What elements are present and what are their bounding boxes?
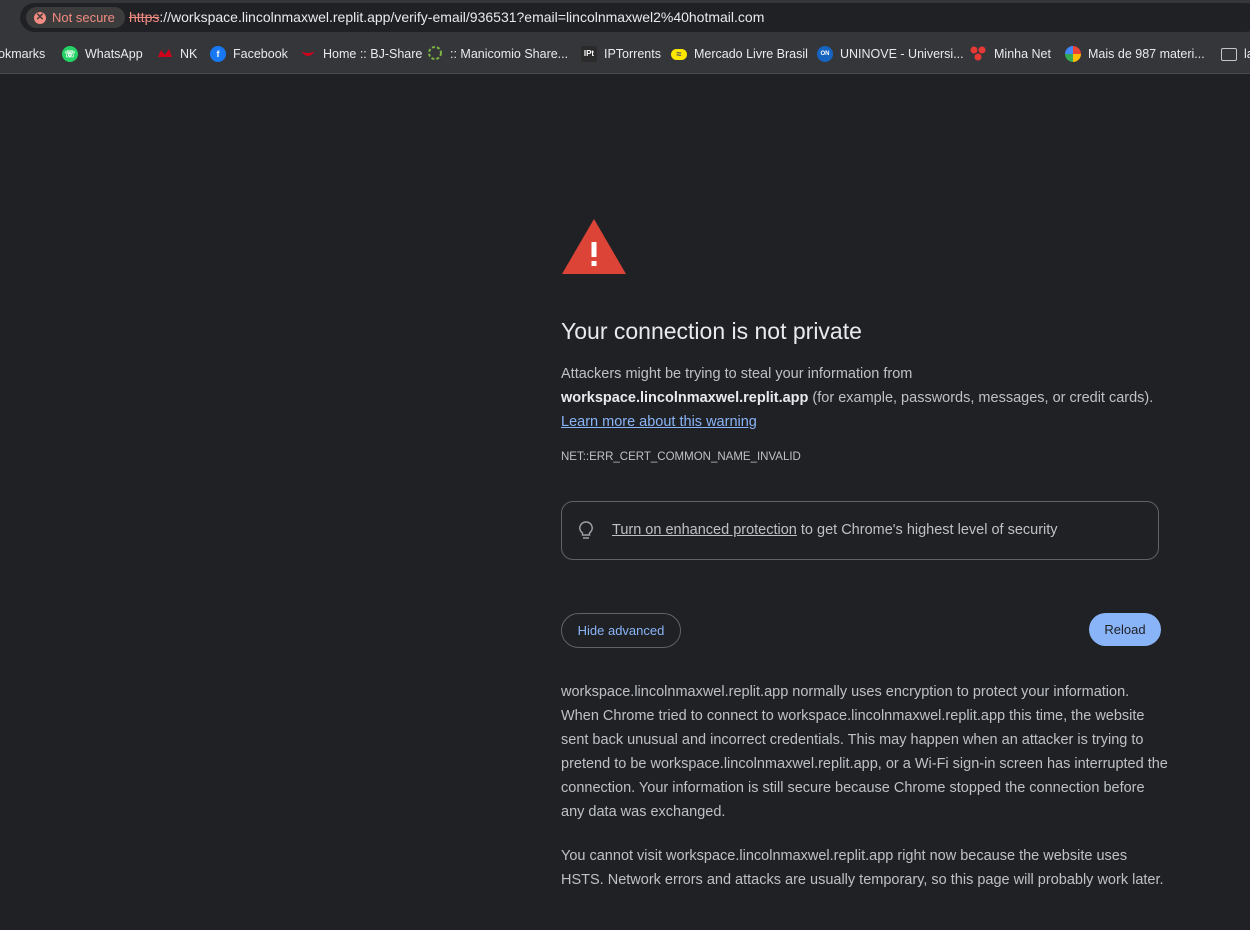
warning-triangle-icon xyxy=(561,217,627,280)
bookmark-label: Mercado Livre Brasil xyxy=(694,47,808,61)
bookmark-label: Mais de 987 materi... xyxy=(1088,47,1205,61)
bookmark-label: Home :: BJ-Share xyxy=(323,47,423,61)
hide-advanced-button[interactable]: Hide advanced xyxy=(561,613,681,648)
bookmark-minhanet[interactable]: Minha Net xyxy=(969,45,1051,63)
net-icon xyxy=(969,45,987,64)
bookmark-manicomio[interactable]: :: Manicomio Share... xyxy=(427,45,568,63)
whatsapp-icon: ☏ xyxy=(62,46,78,62)
bookmark-mercadolivre[interactable]: ≈ Mercado Livre Brasil xyxy=(671,45,808,63)
learn-more-link[interactable]: Learn more about this warning xyxy=(561,414,757,430)
mercadolivre-icon: ≈ xyxy=(671,48,687,60)
address-bar[interactable]: ✕ Not secure https://workspace.lincolnma… xyxy=(20,3,1250,32)
bookmark-label: NK xyxy=(180,47,198,61)
bookmark-label: Facebook xyxy=(233,47,288,61)
nk-icon xyxy=(157,47,173,62)
enhanced-protection-link[interactable]: Turn on enhanced protection xyxy=(612,522,797,538)
not-secure-icon: ✕ xyxy=(34,11,46,24)
enhanced-protection-box: Turn on enhanced protection to get Chrom… xyxy=(561,501,1159,560)
bookmark-label: WhatsApp xyxy=(85,47,143,61)
reload-button[interactable]: Reload xyxy=(1089,613,1161,646)
bookmark-label: Minha Net xyxy=(994,47,1051,61)
bookmark-label: okmarks xyxy=(0,47,46,61)
intro-text: Attackers might be trying to steal your … xyxy=(561,366,913,382)
url-text[interactable]: https://workspace.lincolnmaxwel.replit.a… xyxy=(129,9,764,25)
details-paragraph-1: workspace.lincolnmaxwel.replit.app norma… xyxy=(561,684,1168,820)
host-name: workspace.lincolnmaxwel.replit.app xyxy=(561,390,809,406)
url-scheme: https xyxy=(129,9,160,25)
advanced-details: workspace.lincolnmaxwel.replit.app norma… xyxy=(561,680,1171,912)
uninove-icon: ON xyxy=(817,46,833,62)
bookmark-nk[interactable]: NK xyxy=(157,45,197,63)
iptorrents-icon: IPt xyxy=(581,46,597,62)
bookmark-iptorrents[interactable]: IPt IPTorrents xyxy=(581,45,661,63)
facebook-icon: f xyxy=(210,46,226,62)
bjshare-icon xyxy=(300,47,316,62)
protection-message: Turn on enhanced protection to get Chrom… xyxy=(612,522,1058,538)
protection-suffix: to get Chrome's highest level of securit… xyxy=(796,522,1058,538)
lightbulb-icon xyxy=(579,521,593,546)
details-paragraph-2: You cannot visit workspace.lincolnmaxwel… xyxy=(561,848,1164,888)
bookmark-facebook[interactable]: f Facebook xyxy=(210,45,288,63)
bookmark-label: IPTorrents xyxy=(604,47,661,61)
bookmark-label: UNINOVE - Universi... xyxy=(840,47,964,61)
security-chip[interactable]: ✕ Not secure xyxy=(26,7,125,28)
error-code[interactable]: NET::ERR_CERT_COMMON_NAME_INVALID xyxy=(561,451,801,463)
security-chip-label: Not secure xyxy=(52,10,115,25)
bookmark-label: la xyxy=(1244,47,1250,61)
toolbar-edge xyxy=(0,8,2,22)
bookmarks-bar: okmarks ☏ WhatsApp NK f Facebook Home ::… xyxy=(0,35,1250,74)
bookmark-folder[interactable]: la xyxy=(1221,45,1250,63)
browser-toolbar: ✕ Not secure https://workspace.lincolnma… xyxy=(0,0,1250,35)
intro-suffix: (for example, passwords, messages, or cr… xyxy=(808,390,1154,406)
bookmark-label: :: Manicomio Share... xyxy=(450,47,569,61)
manicomio-icon xyxy=(427,45,443,64)
bookmark-uninove[interactable]: ON UNINOVE - Universi... xyxy=(817,45,964,63)
bookmark-all-bookmarks[interactable]: okmarks xyxy=(0,45,45,63)
bookmark-materiais[interactable]: Mais de 987 materi... xyxy=(1065,45,1205,63)
bookmark-whatsapp[interactable]: ☏ WhatsApp xyxy=(62,45,143,63)
url-path: ://workspace.lincolnmaxwel.replit.app/ve… xyxy=(159,9,765,25)
warning-explanation: Attackers might be trying to steal your … xyxy=(561,362,1171,434)
page-title: Your connection is not private xyxy=(561,318,862,344)
materiais-icon xyxy=(1065,46,1081,62)
bookmark-bjshare[interactable]: Home :: BJ-Share xyxy=(300,45,422,63)
folder-icon xyxy=(1221,47,1237,61)
